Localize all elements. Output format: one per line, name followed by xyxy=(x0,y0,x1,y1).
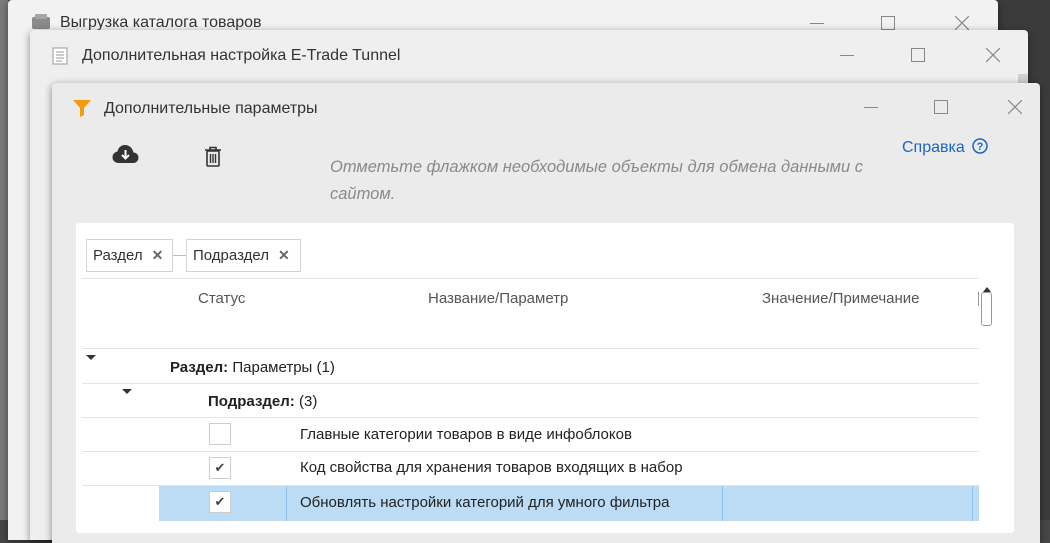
group-label: Подраздел: xyxy=(208,393,295,410)
window-title: Дополнительные параметры xyxy=(104,100,318,117)
close-button[interactable] xyxy=(979,44,1007,66)
scroll-thumb[interactable] xyxy=(981,292,992,326)
column-header-status[interactable]: Статус xyxy=(198,290,245,307)
remove-chip-icon[interactable]: ✕ xyxy=(152,247,164,264)
cell-separator xyxy=(286,486,287,521)
svg-text:?: ? xyxy=(977,141,984,153)
group-value: Параметры (1) xyxy=(232,359,335,376)
row-checkbox[interactable] xyxy=(209,423,231,445)
chip-connector xyxy=(173,255,186,256)
group-chip-subsection[interactable]: Подраздел ✕ xyxy=(186,239,301,272)
cell-separator xyxy=(972,486,973,521)
column-header-name[interactable]: Название/Параметр xyxy=(428,290,568,307)
trash-icon[interactable] xyxy=(204,146,222,167)
group-label: Раздел: xyxy=(170,359,229,376)
notepad-icon xyxy=(52,47,68,65)
divider xyxy=(82,348,979,349)
row-checkbox[interactable]: ✔ xyxy=(209,491,231,513)
chip-label: Раздел xyxy=(93,247,143,264)
group-chip-section[interactable]: Раздел ✕ xyxy=(86,239,173,272)
divider xyxy=(82,417,979,418)
minimize-button[interactable] xyxy=(833,44,861,66)
maximize-button[interactable] xyxy=(904,44,932,66)
close-button[interactable] xyxy=(1001,96,1029,118)
help-label[interactable]: Справка xyxy=(902,139,965,156)
remove-chip-icon[interactable]: ✕ xyxy=(278,247,290,264)
maximize-button[interactable] xyxy=(927,96,955,118)
minimize-button[interactable] xyxy=(857,96,885,118)
cell-separator xyxy=(722,486,723,521)
help-link[interactable]: Справка ? xyxy=(902,138,988,159)
collapse-arrow-icon[interactable] xyxy=(122,389,132,394)
group-row-subsection[interactable]: Подраздел: (3) xyxy=(208,393,317,410)
chip-label: Подраздел xyxy=(193,247,269,264)
filter-icon xyxy=(72,98,92,118)
window-title: Дополнительная настройка E-Trade Tunnel xyxy=(82,47,401,64)
question-circle-icon[interactable]: ? xyxy=(972,138,988,159)
divider xyxy=(82,278,979,279)
divider xyxy=(82,451,979,452)
row-checkbox[interactable]: ✔ xyxy=(209,457,231,479)
catalog-export-icon xyxy=(31,14,51,30)
column-header-value[interactable]: Значение/Примечание xyxy=(762,290,920,307)
row-name[interactable]: Код свойства для хранения товаров входящ… xyxy=(300,459,683,476)
divider xyxy=(82,383,979,384)
group-value: (3) xyxy=(298,393,318,410)
cloud-download-icon[interactable] xyxy=(112,144,139,164)
instruction-hint: Отметьте флажком необходимые объекты для… xyxy=(330,158,863,203)
row-name[interactable]: Главные категории товаров в виде инфобло… xyxy=(300,426,632,443)
group-row-section[interactable]: Раздел: Параметры (1) xyxy=(170,359,335,376)
row-name[interactable]: Обновлять настройки категорий для умного… xyxy=(300,494,670,511)
desktop-left-edge xyxy=(0,0,8,520)
collapse-arrow-icon[interactable] xyxy=(86,355,96,360)
